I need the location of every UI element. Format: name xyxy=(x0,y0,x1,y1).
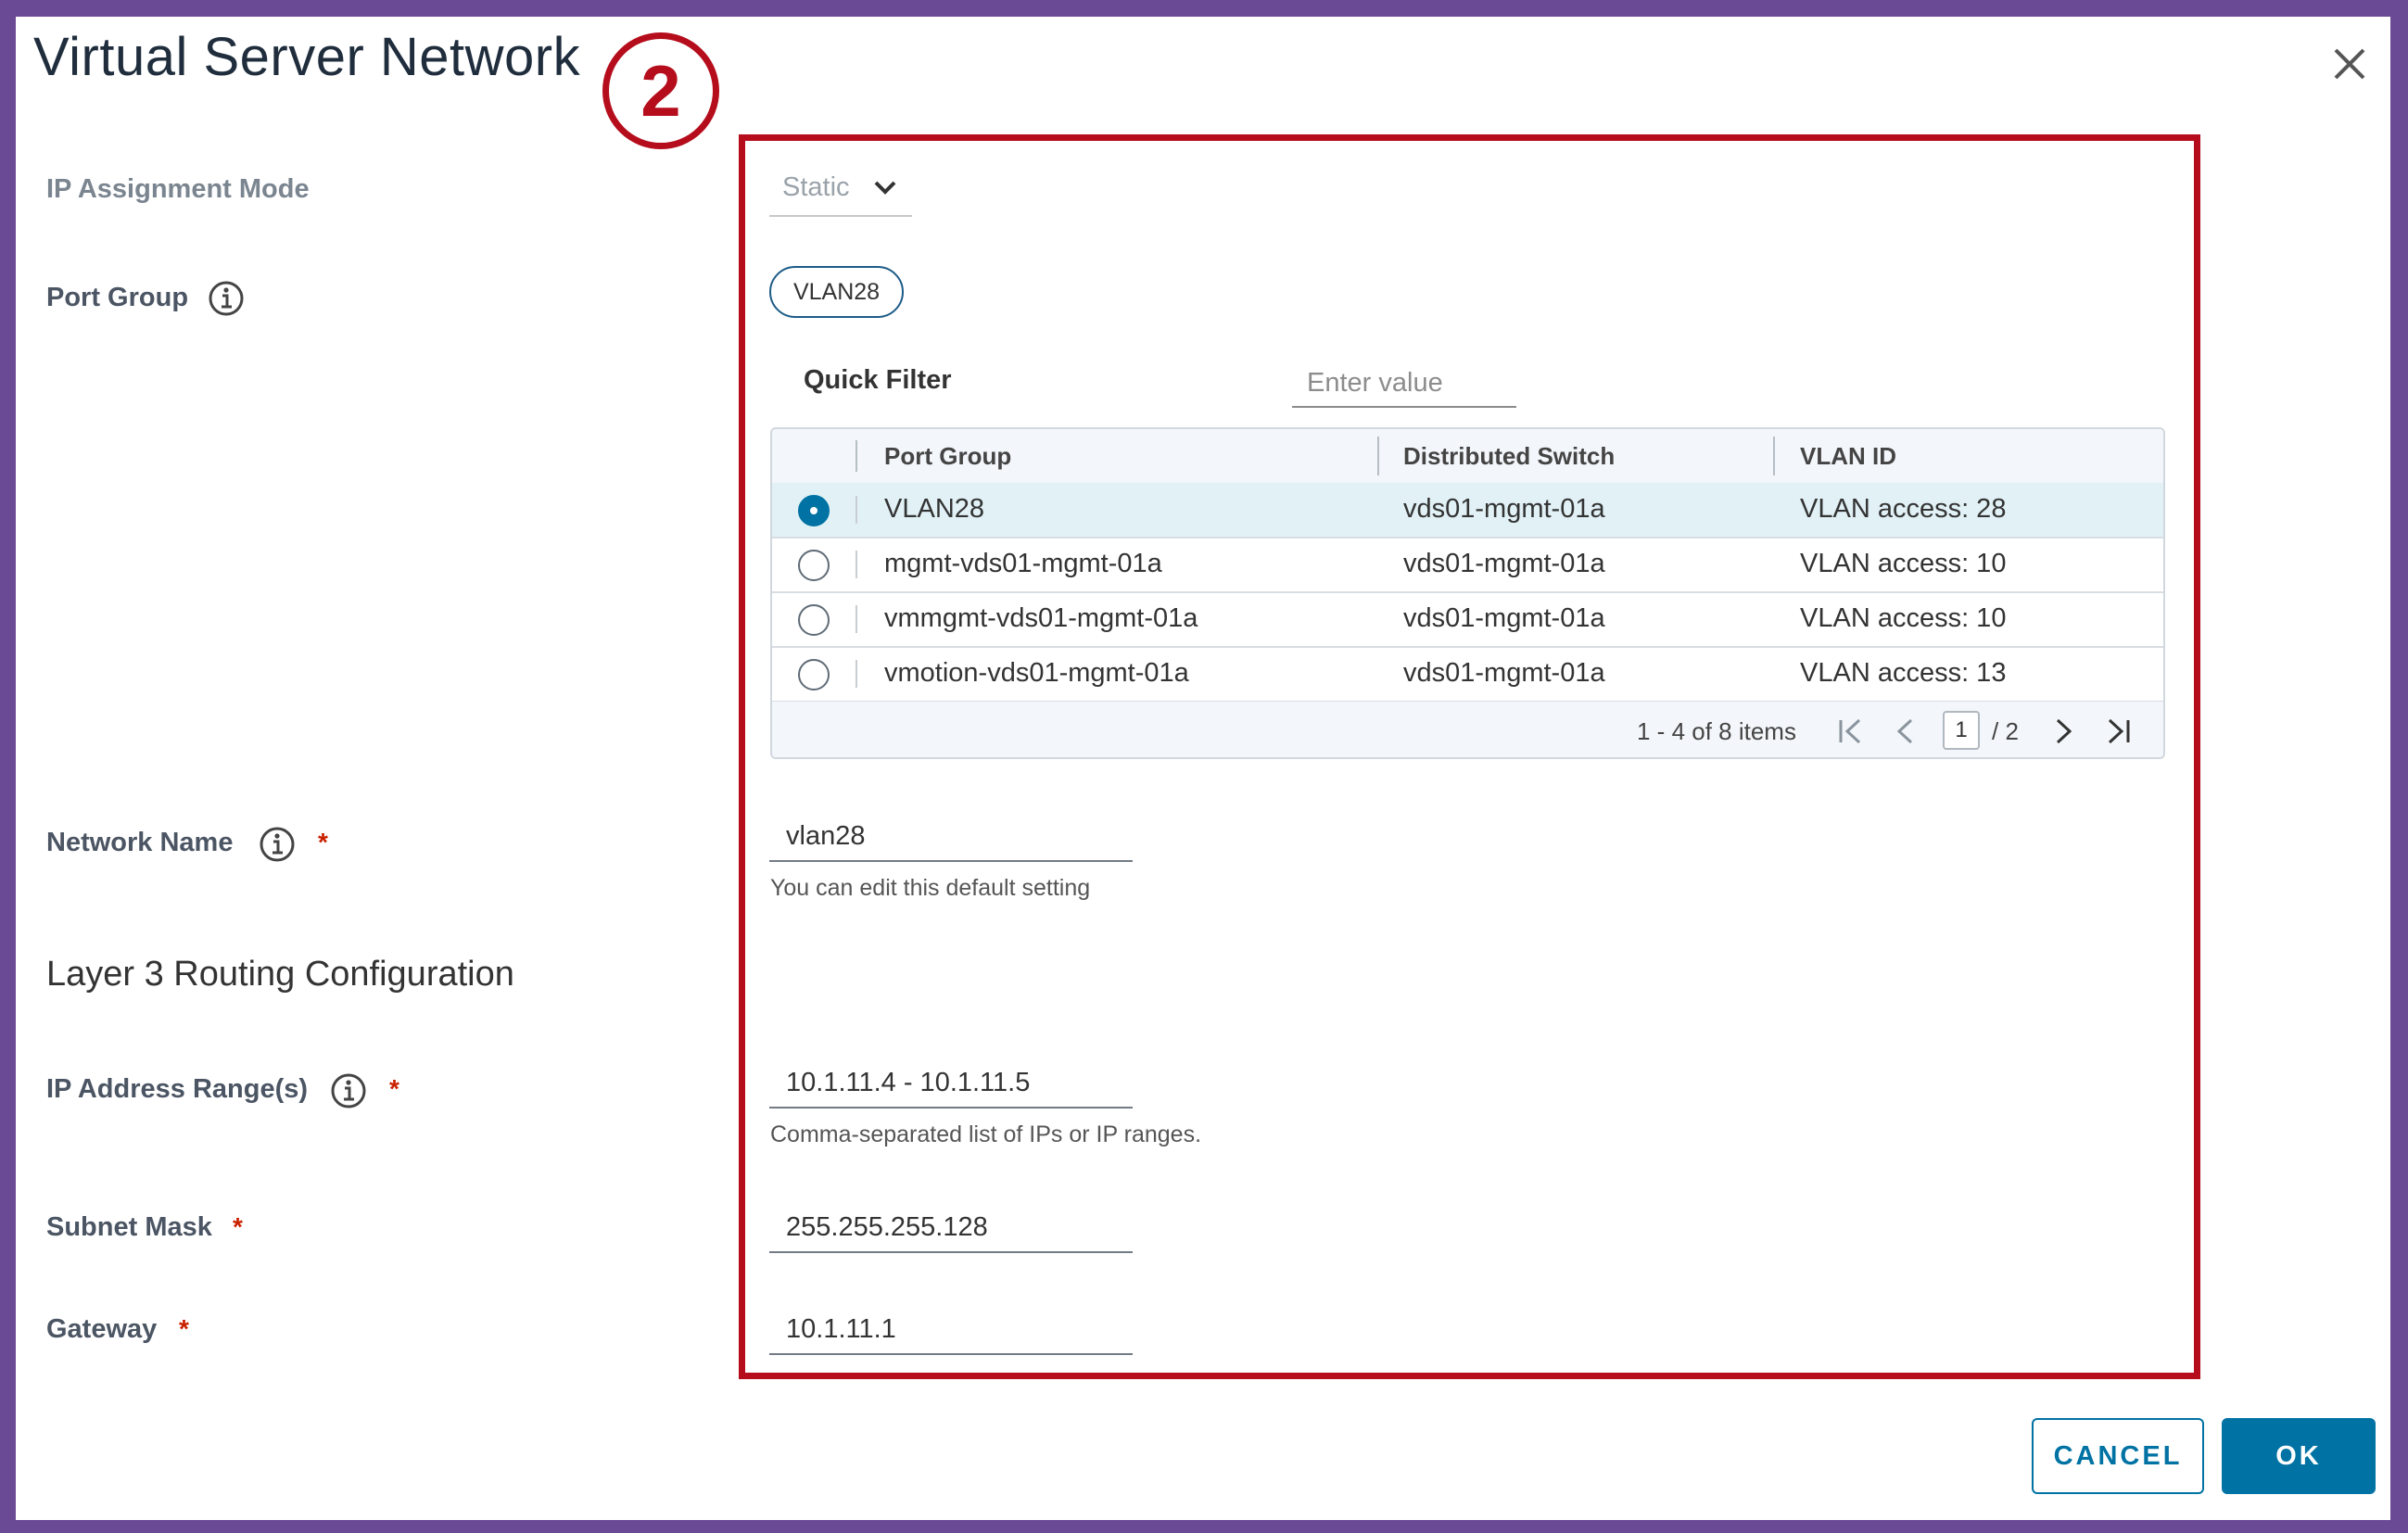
required-marker: * xyxy=(318,828,328,856)
ip-address-range-helper: Comma-separated list of IPs or IP ranges… xyxy=(770,1121,1202,1147)
quick-filter-label: Quick Filter xyxy=(804,365,952,395)
column-resize-handle[interactable] xyxy=(1773,437,1775,475)
required-marker: * xyxy=(233,1212,243,1241)
column-header-port-group[interactable]: Port Group xyxy=(884,442,1011,471)
required-marker: * xyxy=(179,1314,189,1343)
step-number-badge: 2 xyxy=(602,32,719,149)
row-radio[interactable] xyxy=(798,659,830,690)
previous-page-icon[interactable] xyxy=(1892,716,1920,746)
distributed-switch-cell: vds01-mgmt-01a xyxy=(1403,549,1605,578)
ip-address-range-label: IP Address Range(s) xyxy=(46,1074,309,1104)
row-separator xyxy=(855,496,857,524)
row-separator xyxy=(855,605,857,633)
table-row[interactable]: vmotion-vds01-mgmt-01a vds01-mgmt-01a VL… xyxy=(772,647,2163,703)
row-radio[interactable] xyxy=(798,550,830,581)
quick-filter-input[interactable] xyxy=(1292,360,1516,408)
distributed-switch-cell: vds01-mgmt-01a xyxy=(1403,494,1605,524)
selected-port-group-chip[interactable]: VLAN28 xyxy=(769,266,904,318)
subnet-mask-input[interactable] xyxy=(769,1203,1133,1253)
chevron-down-icon xyxy=(874,181,896,195)
dialog-title: Virtual Server Network xyxy=(33,27,581,87)
port-group-cell: vmotion-vds01-mgmt-01a xyxy=(884,658,1189,688)
info-icon[interactable] xyxy=(208,280,245,317)
network-name-helper: You can edit this default setting xyxy=(770,875,1091,901)
total-pages: / 2 xyxy=(1992,717,2019,745)
subnet-mask-label: Subnet Mask xyxy=(46,1212,212,1242)
table-row[interactable]: mgmt-vds01-mgmt-01a vds01-mgmt-01a VLAN … xyxy=(772,538,2163,593)
port-group-datagrid: Port Group Distributed Switch VLAN ID VL… xyxy=(770,427,2165,759)
first-page-icon[interactable] xyxy=(1836,716,1864,746)
info-icon[interactable] xyxy=(259,826,296,863)
pagination-summary: 1 - 4 of 8 items xyxy=(1637,717,1796,745)
distributed-switch-cell: vds01-mgmt-01a xyxy=(1403,658,1605,688)
port-group-cell: mgmt-vds01-mgmt-01a xyxy=(884,549,1162,578)
port-group-cell: vmmgmt-vds01-mgmt-01a xyxy=(884,603,1198,633)
datagrid-footer: 1 - 4 of 8 items 1 / 2 xyxy=(772,702,2163,757)
column-header-vlan-id[interactable]: VLAN ID xyxy=(1800,442,1896,471)
column-separator xyxy=(855,440,857,472)
table-row[interactable]: vmmgmt-vds01-mgmt-01a vds01-mgmt-01a VLA… xyxy=(772,592,2163,648)
row-separator xyxy=(855,551,857,578)
row-radio-selected[interactable] xyxy=(798,495,830,526)
ok-button[interactable]: OK xyxy=(2222,1418,2376,1494)
ip-assignment-mode-select[interactable]: Static xyxy=(769,165,912,217)
vlan-id-cell: VLAN access: 28 xyxy=(1800,494,2007,524)
vlan-id-cell: VLAN access: 10 xyxy=(1800,549,2007,578)
cancel-button[interactable]: CANCEL xyxy=(2032,1418,2204,1494)
current-page-input[interactable]: 1 xyxy=(1943,711,1980,750)
ip-address-range-input[interactable] xyxy=(769,1058,1133,1109)
gateway-input[interactable] xyxy=(769,1305,1133,1355)
next-page-icon[interactable] xyxy=(2049,716,2077,746)
last-page-icon[interactable] xyxy=(2105,716,2133,746)
vlan-id-cell: VLAN access: 10 xyxy=(1800,603,2007,633)
distributed-switch-cell: vds01-mgmt-01a xyxy=(1403,603,1605,633)
row-radio[interactable] xyxy=(798,604,830,636)
close-icon[interactable] xyxy=(2325,39,2375,89)
required-marker: * xyxy=(389,1074,399,1103)
ip-assignment-mode-value: Static xyxy=(782,172,850,202)
port-group-label: Port Group xyxy=(46,283,189,312)
ip-assignment-mode-label: IP Assignment Mode xyxy=(46,174,310,204)
datagrid-header: Port Group Distributed Switch VLAN ID xyxy=(772,429,2163,485)
table-row[interactable]: VLAN28 vds01-mgmt-01a VLAN access: 28 xyxy=(772,483,2163,538)
port-group-cell: VLAN28 xyxy=(884,494,985,524)
vlan-id-cell: VLAN access: 13 xyxy=(1800,658,2007,688)
column-header-distributed-switch[interactable]: Distributed Switch xyxy=(1403,442,1615,471)
column-resize-handle[interactable] xyxy=(1377,437,1379,475)
gateway-label: Gateway xyxy=(46,1314,158,1344)
network-name-label: Network Name xyxy=(46,828,234,857)
layer3-routing-title: Layer 3 Routing Configuration xyxy=(46,955,514,994)
row-separator xyxy=(855,660,857,688)
info-icon[interactable] xyxy=(330,1072,367,1109)
network-name-input[interactable] xyxy=(769,812,1133,862)
